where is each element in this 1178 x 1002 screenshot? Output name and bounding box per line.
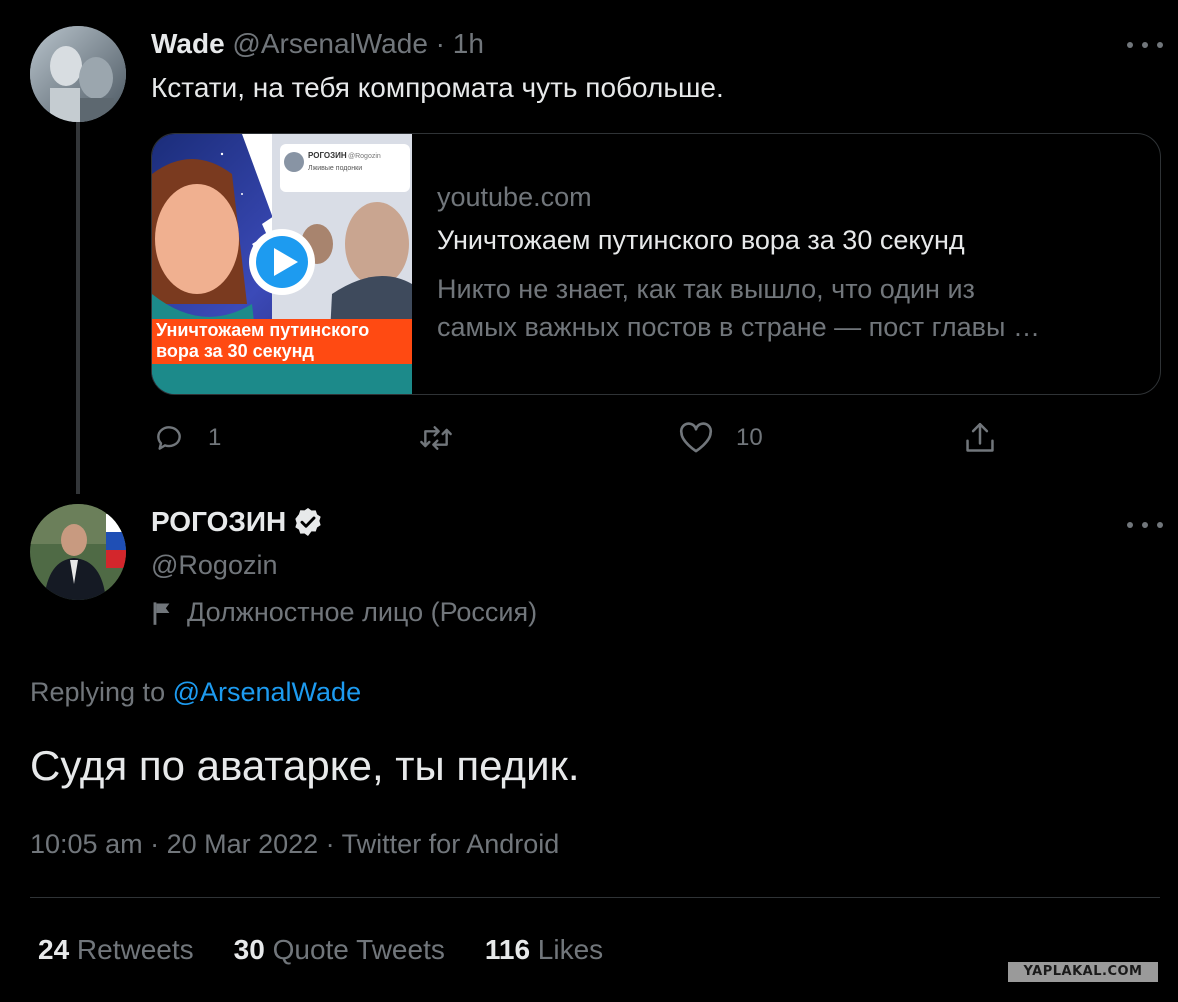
reply-tweet-text: Кстати, на тебя компромата чуть побольше… <box>151 72 724 103</box>
author-handle[interactable]: @ArsenalWade <box>232 28 427 59</box>
stat-likes-label: Likes <box>530 934 604 965</box>
card-domain: youtube.com <box>437 182 592 212</box>
verified-badge-icon <box>295 508 321 536</box>
stat-quote-tweets-count: 30 <box>233 934 265 965</box>
link-preview-card[interactable]: РОГОЗИН @Rogozin Лживые подонки Уничтожа… <box>151 133 1161 395</box>
thumb-small-sub: Лживые подонки <box>308 165 362 172</box>
thumb-small-name: РОГОЗИН <box>308 151 347 160</box>
like-count: 10 <box>736 424 763 451</box>
tweet-time[interactable]: · 1h <box>436 28 484 59</box>
tweet-stats: 24 Retweets 30 Quote Tweets 116 Likes <box>38 934 603 966</box>
thumbnail-caption-line1: Уничтожаем путинского <box>156 320 370 340</box>
avatar-wade[interactable] <box>30 26 126 122</box>
share-icon <box>966 422 994 452</box>
government-label[interactable]: Должностное лицо (Россия) <box>151 597 537 628</box>
stat-quote-tweets[interactable]: 30 Quote Tweets <box>234 934 445 966</box>
author-handle[interactable]: @Rogozin <box>151 550 277 581</box>
replying-to: Replying to @ArsenalWade <box>30 677 361 708</box>
share-action[interactable] <box>963 420 1019 456</box>
card-description-line1: Никто не знает, как так вышло, что один … <box>437 274 975 304</box>
thumb-small-handle: @Rogozin <box>348 153 381 160</box>
stat-retweets-label: Retweets <box>69 934 194 965</box>
government-label-text: Должностное лицо (Россия) <box>187 597 538 627</box>
like-action[interactable]: 10 <box>678 422 763 454</box>
stat-likes[interactable]: 116 Likes <box>485 934 603 966</box>
thread-connector-line <box>76 122 80 494</box>
reply-icon <box>157 426 181 450</box>
main-author-row: РОГОЗИН <box>151 506 324 538</box>
stat-quote-tweets-label: Quote Tweets <box>264 934 445 965</box>
main-tweet-text: Судя по аватарке, ты педик. <box>30 742 580 789</box>
heart-icon <box>679 422 713 453</box>
flag-icon <box>153 601 170 625</box>
author-name[interactable]: Wade <box>151 28 225 59</box>
reply-count: 1 <box>208 424 222 451</box>
stat-retweets[interactable]: 24 Retweets <box>38 934 194 966</box>
card-title: Уничтожаем путинского вора за 30 секунд <box>437 225 965 255</box>
watermark: YAPLAKAL.COM <box>1008 962 1158 982</box>
retweet-icon <box>420 426 452 450</box>
reply-tweet-header: Wade @ArsenalWade · 1h <box>151 28 484 60</box>
stat-retweets-count: 24 <box>38 934 70 965</box>
thumbnail-caption-line2: вора за 30 секунд <box>156 341 314 361</box>
retweet-action[interactable] <box>416 422 478 454</box>
video-thumbnail: РОГОЗИН @Rogozin Лживые подонки Уничтожа… <box>152 134 412 394</box>
card-text: youtube.com Уничтожаем путинского вора з… <box>437 182 1137 346</box>
more-options-icon[interactable] <box>1127 38 1163 52</box>
divider <box>30 897 1160 898</box>
avatar-rogozin[interactable] <box>30 504 126 600</box>
thumbnail-caption: Уничтожаем путинского вора за 30 секунд <box>152 320 416 362</box>
card-description: Никто не знает, как так вышло, что один … <box>437 270 1137 346</box>
tweet-meta[interactable]: 10:05 am · 20 Mar 2022 · Twitter for And… <box>30 829 559 860</box>
replying-to-link[interactable]: @ArsenalWade <box>173 677 362 707</box>
replying-to-prefix: Replying to <box>30 677 173 707</box>
stat-likes-count: 116 <box>484 934 531 965</box>
reply-action[interactable]: 1 <box>152 422 221 454</box>
author-name[interactable]: РОГОЗИН <box>151 506 286 538</box>
card-description-line2: самых важных постов в стране — пост глав… <box>437 312 1040 342</box>
more-options-icon[interactable] <box>1127 518 1163 532</box>
